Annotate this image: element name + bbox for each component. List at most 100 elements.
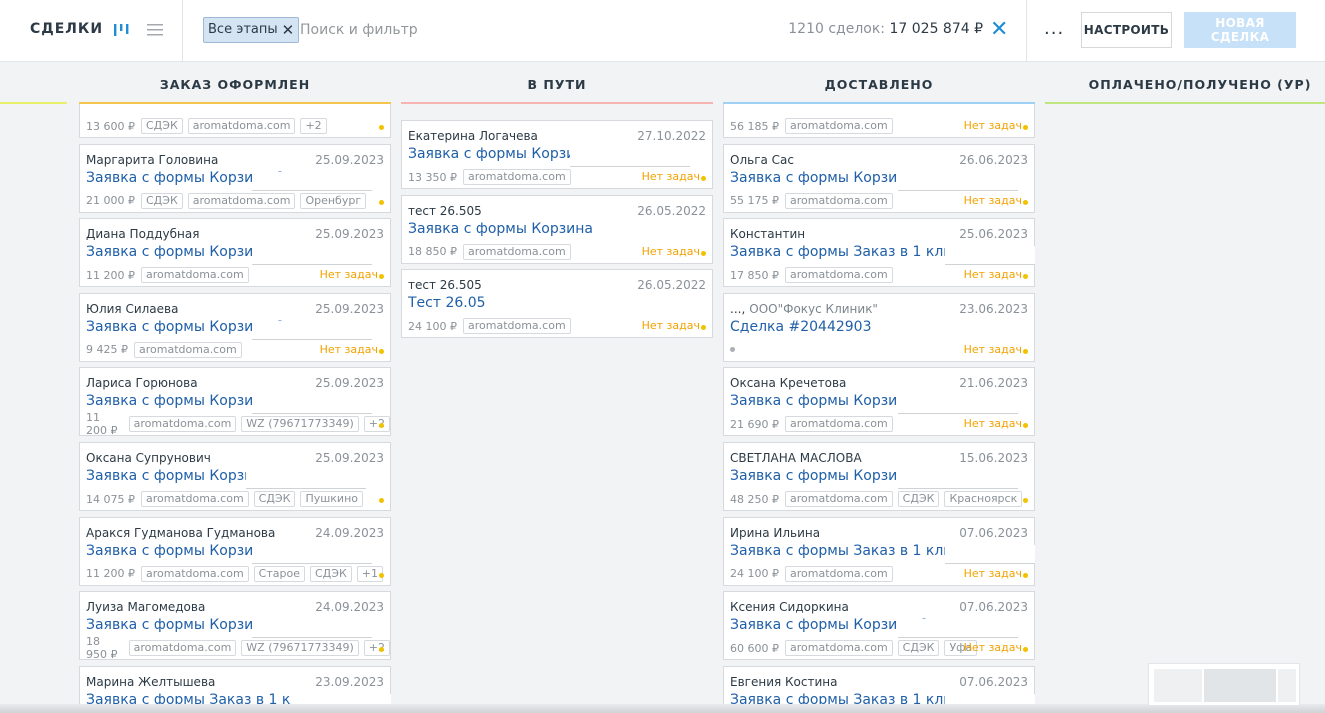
- task-status[interactable]: Нет задач: [642, 245, 700, 258]
- deal-tag[interactable]: aromatdoma.com: [784, 267, 893, 284]
- new-deal-button[interactable]: НОВАЯ СДЕЛКА: [1184, 12, 1296, 48]
- contact-name[interactable]: Ксения Сидоркина: [730, 600, 849, 614]
- deal-card[interactable]: Маргарита Головина 25.09.2023 Заявка с фор…: [79, 143, 391, 213]
- deal-link[interactable]: Заявка с формы Корзина: [730, 170, 915, 186]
- deal-tag[interactable]: Старое: [253, 565, 305, 582]
- column-header-paid[interactable]: ОПЛАЧЕНО/ПОЛУЧЕНО (УР): [1045, 62, 1325, 104]
- deal-card[interactable]: Диана Поддубная 25.09.2023 Заявка с формы …: [79, 218, 391, 288]
- task-status[interactable]: Нет задач: [320, 268, 378, 281]
- deal-link[interactable]: Заявка с формы Корзина: [408, 146, 593, 162]
- task-status[interactable]: Нет задач: [964, 268, 1022, 281]
- contact-name[interactable]: Оксана Кречетова: [730, 376, 846, 390]
- deal-tag[interactable]: aromatdoma.com: [462, 318, 571, 335]
- deal-tag[interactable]: СДЭК: [897, 640, 940, 657]
- deal-tag[interactable]: +2: [363, 640, 390, 657]
- deal-card[interactable]: Ксения Сидоркина 07.06.2023 Заявка с формы…: [723, 591, 1035, 661]
- more-icon[interactable]: ...: [1044, 18, 1064, 39]
- deal-tag[interactable]: aromatdoma.com: [462, 243, 571, 260]
- deal-card[interactable]: Аракся Гудманова Гудманова 24.09.2023 Заяв…: [79, 516, 391, 586]
- filter-chip[interactable]: Все этапы ✕: [203, 17, 300, 43]
- deal-card[interactable]: Лариса Горюнова 25.09.2023 Заявка с формы …: [79, 367, 391, 437]
- search-input[interactable]: [300, 19, 720, 41]
- deal-tag[interactable]: СДЭК: [309, 565, 352, 582]
- deal-card[interactable]: Екатерина Логачева 27.10.2022 Заявка с фор…: [401, 120, 713, 189]
- deal-link[interactable]: Заявка с формы Заказ в 1 клик +: [730, 244, 977, 260]
- contact-name[interactable]: Екатерина Логачева: [408, 129, 538, 143]
- deal-tag[interactable]: aromatdoma.com: [128, 416, 237, 433]
- company-name[interactable]: ООО"Фокус Клиник": [749, 302, 878, 316]
- deal-card[interactable]: Константин 25.06.2023 Заявка с формы Заказ…: [723, 218, 1035, 288]
- contact-name[interactable]: Аракся Гудманова Гудманова: [86, 526, 275, 540]
- deal-tag[interactable]: aromatdoma.com: [140, 267, 249, 284]
- deal-card[interactable]: Оксана Супрунович 25.09.2023 Заявка с форм…: [79, 442, 391, 511]
- task-status[interactable]: Нет задач: [320, 343, 378, 356]
- task-status[interactable]: Нет задач: [964, 194, 1022, 207]
- deal-tag[interactable]: +2: [363, 416, 390, 433]
- board-minimap[interactable]: [1148, 663, 1300, 706]
- clear-filter-icon[interactable]: ✕: [990, 19, 1008, 41]
- deal-tag[interactable]: aromatdoma.com: [784, 118, 893, 134]
- contact-name[interactable]: тест 26.505: [408, 204, 482, 218]
- deal-card[interactable]: ..., ООО"Фокус Клиник" 23.06.2023 Сделка #2…: [723, 292, 1035, 362]
- task-status[interactable]: Нет задач: [964, 417, 1022, 430]
- contact-name[interactable]: Луиза Магомедова: [86, 600, 205, 614]
- deal-card[interactable]: 56 185 ₽ aromatdoma.com Нет задач: [723, 104, 1035, 138]
- deal-tag[interactable]: Оренбург: [300, 192, 367, 209]
- deal-card[interactable]: Луиза Магомедова 24.09.2023 Заявка с формы…: [79, 591, 391, 661]
- list-view-icon[interactable]: [146, 21, 164, 39]
- deal-tag[interactable]: СДЭК: [140, 192, 183, 209]
- deal-tag[interactable]: aromatdoma.com: [140, 491, 249, 507]
- column-header-ordered[interactable]: ЗАКАЗ ОФОРМЛЕН: [79, 62, 391, 104]
- deal-tag[interactable]: СДЭК: [253, 491, 296, 507]
- task-status[interactable]: Нет задач: [964, 641, 1022, 654]
- deal-card[interactable]: Оксана Кречетова 21.06.2023 Заявка с формы…: [723, 367, 1035, 437]
- deal-link[interactable]: Заявка с формы Корзина: [86, 468, 271, 484]
- deal-tag[interactable]: aromatdoma.com: [784, 192, 893, 209]
- contact-name[interactable]: Ольга Сас: [730, 153, 794, 167]
- deal-tag[interactable]: aromatdoma.com: [134, 341, 242, 358]
- task-status[interactable]: Нет задач: [642, 170, 700, 183]
- contact-name[interactable]: тест 26.505: [408, 278, 482, 292]
- deal-tag[interactable]: +2: [300, 118, 327, 134]
- task-status[interactable]: Нет задач: [964, 343, 1022, 356]
- contact-name[interactable]: Юлия Силаева: [86, 302, 178, 316]
- deal-tag[interactable]: aromatdoma.com: [128, 640, 237, 657]
- deal-card[interactable]: Ирина Ильина 07.06.2023 Заявка с формы Зак…: [723, 516, 1035, 586]
- close-icon[interactable]: ✕: [282, 18, 295, 42]
- deal-card[interactable]: Ольга Сас 26.06.2023 Заявка с формы Корзин…: [723, 143, 1035, 213]
- deal-card[interactable]: Юлия Силаева 25.09.2023 Заявка с формы Кор…: [79, 292, 391, 362]
- deal-tag[interactable]: Красноярск: [944, 491, 1023, 507]
- column-header-delivered[interactable]: ДОСТАВЛЕНО: [723, 62, 1035, 104]
- contact-name[interactable]: Оксана Супрунович: [86, 451, 211, 465]
- deal-tag[interactable]: WZ (79671773349): [241, 640, 359, 657]
- deal-tag[interactable]: aromatdoma.com: [462, 169, 571, 185]
- deal-tag[interactable]: aromatdoma.com: [784, 640, 893, 657]
- deal-card[interactable]: 13 600 ₽ СДЭК aromatdoma.com +2: [79, 104, 391, 138]
- contact-name[interactable]: Диана Поддубная: [86, 227, 199, 241]
- deal-link[interactable]: Тест 26.05: [408, 295, 486, 311]
- contact-name[interactable]: Ирина Ильина: [730, 526, 820, 540]
- deal-tag[interactable]: aromatdoma.com: [187, 118, 296, 134]
- task-status[interactable]: Нет задач: [964, 119, 1022, 132]
- deal-link[interactable]: Заявка с формы Корзина: [730, 393, 915, 409]
- deal-link[interactable]: Сделка #20442903: [730, 319, 872, 335]
- pipeline-view-icon[interactable]: [112, 21, 130, 39]
- contact-name[interactable]: ..., ООО"Фокус Клиник": [730, 302, 878, 316]
- contact-name[interactable]: Марина Желтышева: [86, 675, 215, 689]
- contact-name[interactable]: Константин: [730, 227, 805, 241]
- deal-link[interactable]: Заявка с формы Корзина: [408, 221, 593, 237]
- deal-tag[interactable]: aromatdoma.com: [784, 416, 893, 433]
- deal-tag[interactable]: Пушкино: [300, 491, 363, 507]
- contact-name[interactable]: Маргарита Головина: [86, 153, 218, 167]
- deal-card[interactable]: тест 26.505 26.05.2022 Тест 26.05 24 100 ₽ a…: [401, 269, 713, 339]
- task-status[interactable]: Нет задач: [964, 567, 1022, 580]
- deal-tag[interactable]: СДЭК: [897, 491, 940, 507]
- column-header-in-transit[interactable]: В ПУТИ: [401, 62, 713, 104]
- deal-card[interactable]: СВЕТЛАНА МАСЛОВА 15.06.2023 Заявка с формы…: [723, 442, 1035, 511]
- minimap-viewport[interactable]: [1204, 669, 1276, 702]
- deal-link[interactable]: Заявка с формы Корзина: [730, 468, 915, 484]
- contact-name[interactable]: СВЕТЛАНА МАСЛОВА: [730, 451, 862, 465]
- contact-name[interactable]: Лариса Горюнова: [86, 376, 198, 390]
- deal-tag[interactable]: aromatdoma.com: [784, 491, 893, 507]
- deal-tag[interactable]: СДЭК: [140, 118, 183, 134]
